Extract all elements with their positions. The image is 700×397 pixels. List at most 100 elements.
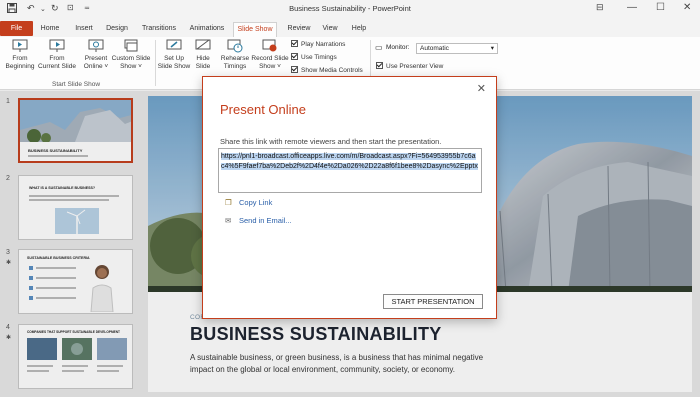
- title-bar: ↶ ⌄ ↻ ⊡ ≂ Business Sustainability - Powe…: [0, 0, 700, 19]
- hide-slide-label: Hide Slide: [195, 55, 211, 70]
- tab-insert[interactable]: Insert: [70, 22, 98, 37]
- bullet-icon: [29, 266, 33, 270]
- present-online-icon: [88, 39, 104, 52]
- slide-thumbnail-2[interactable]: WHAT IS A SUSTAINABLE BUSINESS?: [18, 175, 133, 240]
- present-online-dialog: ✕ Present Online Share this link with re…: [202, 76, 497, 319]
- monitor-icon: ▭: [375, 43, 383, 52]
- thumbnail-title: BUSINESS SUSTAINABILITY: [28, 148, 83, 153]
- setup-show-icon: [166, 39, 182, 50]
- tab-transitions[interactable]: Transitions: [139, 22, 179, 37]
- close-window-icon[interactable]: ✕: [683, 2, 691, 13]
- ribbon-tabs: File Home Insert Design Transitions Anim…: [0, 19, 700, 37]
- tab-design[interactable]: Design: [103, 22, 131, 37]
- slideshow-icon: [12, 39, 28, 52]
- use-timings-label: Use Timings: [301, 54, 337, 61]
- tab-review[interactable]: Review: [284, 22, 314, 37]
- play-narrations-label: Play Narrations: [301, 41, 346, 48]
- tab-home[interactable]: Home: [36, 22, 64, 37]
- checkbox-checked-icon: [376, 62, 383, 69]
- from-current-slide-button[interactable]: From Current Slide: [37, 39, 77, 70]
- ribbon-display-options-icon[interactable]: ⊟: [596, 2, 604, 13]
- thumbnail-text-line: [62, 370, 84, 372]
- record-icon: [262, 39, 277, 52]
- maximize-icon[interactable]: ☐: [656, 2, 665, 13]
- use-presenter-label: Use Presenter View: [386, 63, 444, 70]
- broadcast-link-text: https://pnl1-broadcast.officeapps.live.c…: [221, 153, 478, 170]
- tab-animations[interactable]: Animations: [186, 22, 228, 37]
- thumbnail-wind-turbine-image: [55, 208, 99, 234]
- broadcast-link-field[interactable]: https://pnl1-broadcast.officeapps.live.c…: [218, 148, 482, 193]
- bullet-icon: [29, 286, 33, 290]
- powerpoint-window: ↶ ⌄ ↻ ⊡ ≂ Business Sustainability - Powe…: [0, 0, 700, 397]
- monitor-value: Automatic: [420, 45, 449, 52]
- thumbnail-text-line: [27, 370, 49, 372]
- slide-thumbnail-1[interactable]: BUSINESS SUSTAINABILITY: [18, 98, 133, 163]
- minimize-icon[interactable]: —: [627, 2, 637, 13]
- thumbnail-text-line: [29, 199, 109, 201]
- bullet-icon: [29, 276, 33, 280]
- thumbnail-text-line: [62, 365, 88, 367]
- custom-slide-show-button[interactable]: Custom Slide Show ˅: [110, 39, 152, 70]
- start-presentation-button[interactable]: START PRESENTATION: [383, 294, 483, 309]
- slide-number: 3: [6, 249, 10, 256]
- show-media-controls-checkbox[interactable]: Show Media Controls: [291, 66, 363, 75]
- thumbnail-photo-image: [20, 100, 131, 142]
- thumbnail-text-line: [97, 365, 123, 367]
- monitor-select[interactable]: Automatic ▾: [416, 43, 498, 54]
- thumbnail-text-line: [28, 155, 88, 157]
- slide-thumbnail-3[interactable]: SUSTAINABLE BUSINESS CRITERIA: [18, 249, 133, 314]
- checkbox-checked-icon: [291, 53, 298, 60]
- copy-link-label: Copy Link: [239, 198, 273, 207]
- slideshow-current-icon: [49, 39, 65, 52]
- monitor-label: Monitor:: [386, 44, 410, 51]
- from-beginning-label: From Beginning: [5, 55, 35, 70]
- thumbnail-text-line: [97, 370, 119, 372]
- chevron-down-icon: ▾: [490, 45, 494, 52]
- custom-show-icon: [124, 39, 138, 52]
- thumbnail-title: COMPANIES THAT SUPPORT SUSTAINABLE DEVEL…: [27, 330, 120, 334]
- send-in-email-button[interactable]: ✉ Send in Email...: [225, 216, 292, 225]
- thumbnail-title: SUSTAINABLE BUSINESS CRITERIA: [27, 256, 90, 260]
- email-icon: ✉: [225, 216, 232, 225]
- set-up-slide-show-button[interactable]: Set Up Slide Show: [157, 39, 191, 70]
- thumbnail-text-line: [36, 287, 76, 289]
- rehearse-timings-icon: [227, 39, 243, 53]
- slide-number: 1: [6, 98, 10, 105]
- record-slide-show-button[interactable]: Record Slide Show ˅: [250, 39, 290, 70]
- copy-icon: ❐: [225, 198, 232, 207]
- close-icon[interactable]: ✕: [477, 82, 486, 95]
- animation-marker-icon: ✱: [6, 335, 12, 341]
- bullet-icon: [29, 296, 33, 300]
- present-online-label: Present Online ˅: [83, 55, 109, 70]
- thumbnail-companies-images: [27, 338, 127, 360]
- thumbnail-text-line: [36, 277, 76, 279]
- present-online-button[interactable]: Present Online ˅: [80, 39, 112, 70]
- start-slide-show-group-label: Start Slide Show: [52, 81, 101, 88]
- hide-slide-button[interactable]: Hide Slide: [192, 39, 214, 70]
- tab-view[interactable]: View: [318, 22, 342, 37]
- slide-thumbnail-4[interactable]: COMPANIES THAT SUPPORT SUSTAINABLE DEVEL…: [18, 324, 133, 389]
- slide-number: 4: [6, 324, 10, 331]
- thumbnail-person-image: [90, 265, 114, 312]
- play-narrations-checkbox[interactable]: Play Narrations: [291, 40, 345, 49]
- window-title: Business Sustainability - PowerPoint: [289, 4, 411, 13]
- tab-help[interactable]: Help: [347, 22, 371, 37]
- rehearse-timings-button[interactable]: Rehearse Timings: [218, 39, 252, 70]
- ribbon-separator: [155, 40, 156, 86]
- copy-link-button[interactable]: ❐ Copy Link: [225, 198, 272, 207]
- from-current-label: From Current Slide: [38, 55, 76, 70]
- dialog-instruction: Share this link with remote viewers and …: [220, 137, 442, 146]
- set-up-label: Set Up Slide Show: [157, 55, 191, 70]
- checkbox-checked-icon: [291, 40, 298, 47]
- tab-file[interactable]: File: [0, 21, 33, 36]
- thumbnail-title: WHAT IS A SUSTAINABLE BUSINESS?: [29, 186, 96, 190]
- use-presenter-view-checkbox[interactable]: Use Presenter View: [376, 62, 443, 71]
- thumbnail-text-line: [36, 267, 76, 269]
- record-label: Record Slide Show ˅: [251, 55, 289, 70]
- use-timings-checkbox[interactable]: Use Timings: [291, 53, 337, 62]
- from-beginning-button[interactable]: From Beginning: [2, 39, 38, 70]
- custom-slide-show-label: Custom Slide Show ˅: [111, 55, 151, 70]
- rehearse-label: Rehearse Timings: [220, 55, 250, 70]
- hide-slide-icon: [195, 39, 211, 50]
- tab-slide-show[interactable]: Slide Show: [233, 22, 277, 37]
